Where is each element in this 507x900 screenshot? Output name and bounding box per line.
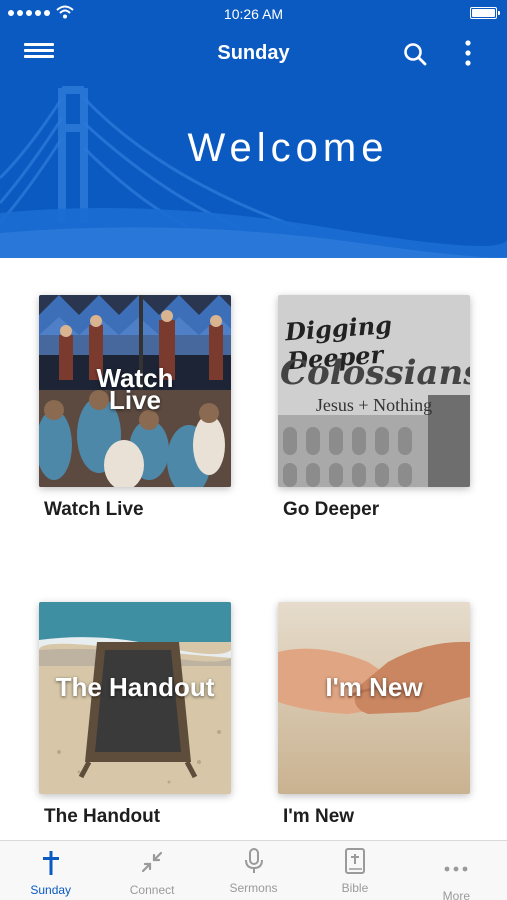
im-new-overlay: I'm New <box>325 672 423 702</box>
the-handout-overlay: The Handout <box>55 672 215 702</box>
more-vertical-icon[interactable] <box>458 39 478 69</box>
tab-label: Bible <box>341 881 369 895</box>
page-title: Sunday <box>217 42 290 64</box>
header-banner: Sunday Welcome <box>0 28 507 258</box>
tab-label: Sunday <box>30 883 72 897</box>
tile-label: Watch Live <box>44 499 144 520</box>
welcome-heading: Welcome <box>187 126 389 170</box>
im-new-image[interactable]: I'm New <box>278 602 470 794</box>
tile-watch-live[interactable]: Watch Live Watch Live <box>39 295 231 521</box>
more-horizontal-icon <box>444 866 468 872</box>
compress-arrows-icon <box>142 851 163 873</box>
tile-label: Go Deeper <box>283 499 380 520</box>
status-bar: 10:26 AM <box>0 0 507 28</box>
tab-bar: Sunday Connect Sermons Bible More <box>0 840 507 900</box>
the-handout-image[interactable]: The Handout <box>39 602 231 794</box>
tile-im-new[interactable]: I'm New I'm New <box>278 602 470 828</box>
go-deeper-title-line-3: Jesus + Nothing <box>315 395 433 415</box>
tile-go-deeper[interactable]: Digging Deeper Colossians Jesus + Nothin… <box>278 295 470 521</box>
tab-sunday[interactable]: Sunday <box>0 841 101 900</box>
battery-icon <box>470 7 500 19</box>
go-deeper-image[interactable]: Digging Deeper Colossians Jesus + Nothin… <box>278 295 470 487</box>
tile-the-handout[interactable]: The Handout The Handout <box>39 602 231 828</box>
search-icon[interactable] <box>402 41 428 67</box>
go-deeper-title-line-2: Colossians <box>280 353 470 393</box>
tab-label: More <box>442 889 470 900</box>
tab-sermons[interactable]: Sermons <box>203 841 304 900</box>
tile-label: I'm New <box>283 806 355 827</box>
microphone-icon <box>244 848 263 873</box>
watch-live-image[interactable]: Watch Live <box>39 295 231 487</box>
tab-bible[interactable]: Bible <box>304 841 405 900</box>
tab-label: Sermons <box>229 881 278 895</box>
tab-more[interactable]: More <box>406 841 507 900</box>
tab-label: Connect <box>129 883 175 897</box>
watch-live-overlay-line-2: Live <box>108 385 162 415</box>
cross-icon <box>42 851 59 875</box>
tile-label: The Handout <box>44 806 161 827</box>
status-time: 10:26 AM <box>223 6 284 22</box>
tab-connect[interactable]: Connect <box>101 841 202 900</box>
bible-icon <box>344 848 365 874</box>
